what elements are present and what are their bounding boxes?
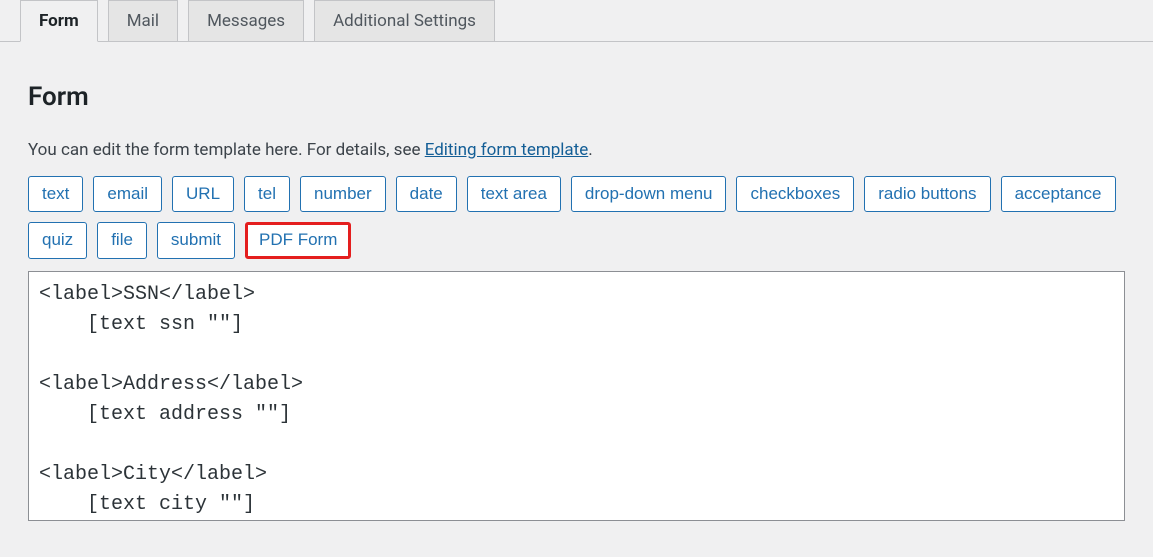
tag-btn-textarea[interactable]: text area xyxy=(467,176,561,212)
tab-form[interactable]: Form xyxy=(20,0,98,42)
tag-btn-date[interactable]: date xyxy=(396,176,457,212)
tag-btn-checkboxes[interactable]: checkboxes xyxy=(736,176,854,212)
tag-btn-number[interactable]: number xyxy=(300,176,386,212)
tag-btn-tel[interactable]: tel xyxy=(244,176,290,212)
help-text: You can edit the form template here. For… xyxy=(28,140,1125,160)
tag-button-row: text email URL tel number date text area… xyxy=(28,176,1125,259)
tag-btn-email[interactable]: email xyxy=(93,176,162,212)
tag-btn-submit[interactable]: submit xyxy=(157,222,235,258)
tab-messages[interactable]: Messages xyxy=(188,0,304,42)
form-template-textarea[interactable] xyxy=(28,271,1125,521)
tag-btn-pdf-form[interactable]: PDF Form xyxy=(245,222,351,258)
tag-btn-file[interactable]: file xyxy=(97,222,147,258)
tab-mail[interactable]: Mail xyxy=(108,0,178,42)
form-panel: Form You can edit the form template here… xyxy=(0,42,1153,545)
tag-btn-url[interactable]: URL xyxy=(172,176,234,212)
tabs-bar: Form Mail Messages Additional Settings xyxy=(0,0,1153,42)
tag-btn-acceptance[interactable]: acceptance xyxy=(1001,176,1116,212)
tag-btn-quiz[interactable]: quiz xyxy=(28,222,87,258)
help-link[interactable]: Editing form template xyxy=(425,140,589,160)
tag-btn-dropdown[interactable]: drop-down menu xyxy=(571,176,727,212)
tab-additional-settings[interactable]: Additional Settings xyxy=(314,0,495,42)
tag-btn-radio[interactable]: radio buttons xyxy=(864,176,990,212)
help-text-suffix: . xyxy=(588,140,592,160)
panel-heading: Form xyxy=(28,82,1125,112)
help-text-prefix: You can edit the form template here. For… xyxy=(28,140,425,160)
tag-btn-text[interactable]: text xyxy=(28,176,83,212)
